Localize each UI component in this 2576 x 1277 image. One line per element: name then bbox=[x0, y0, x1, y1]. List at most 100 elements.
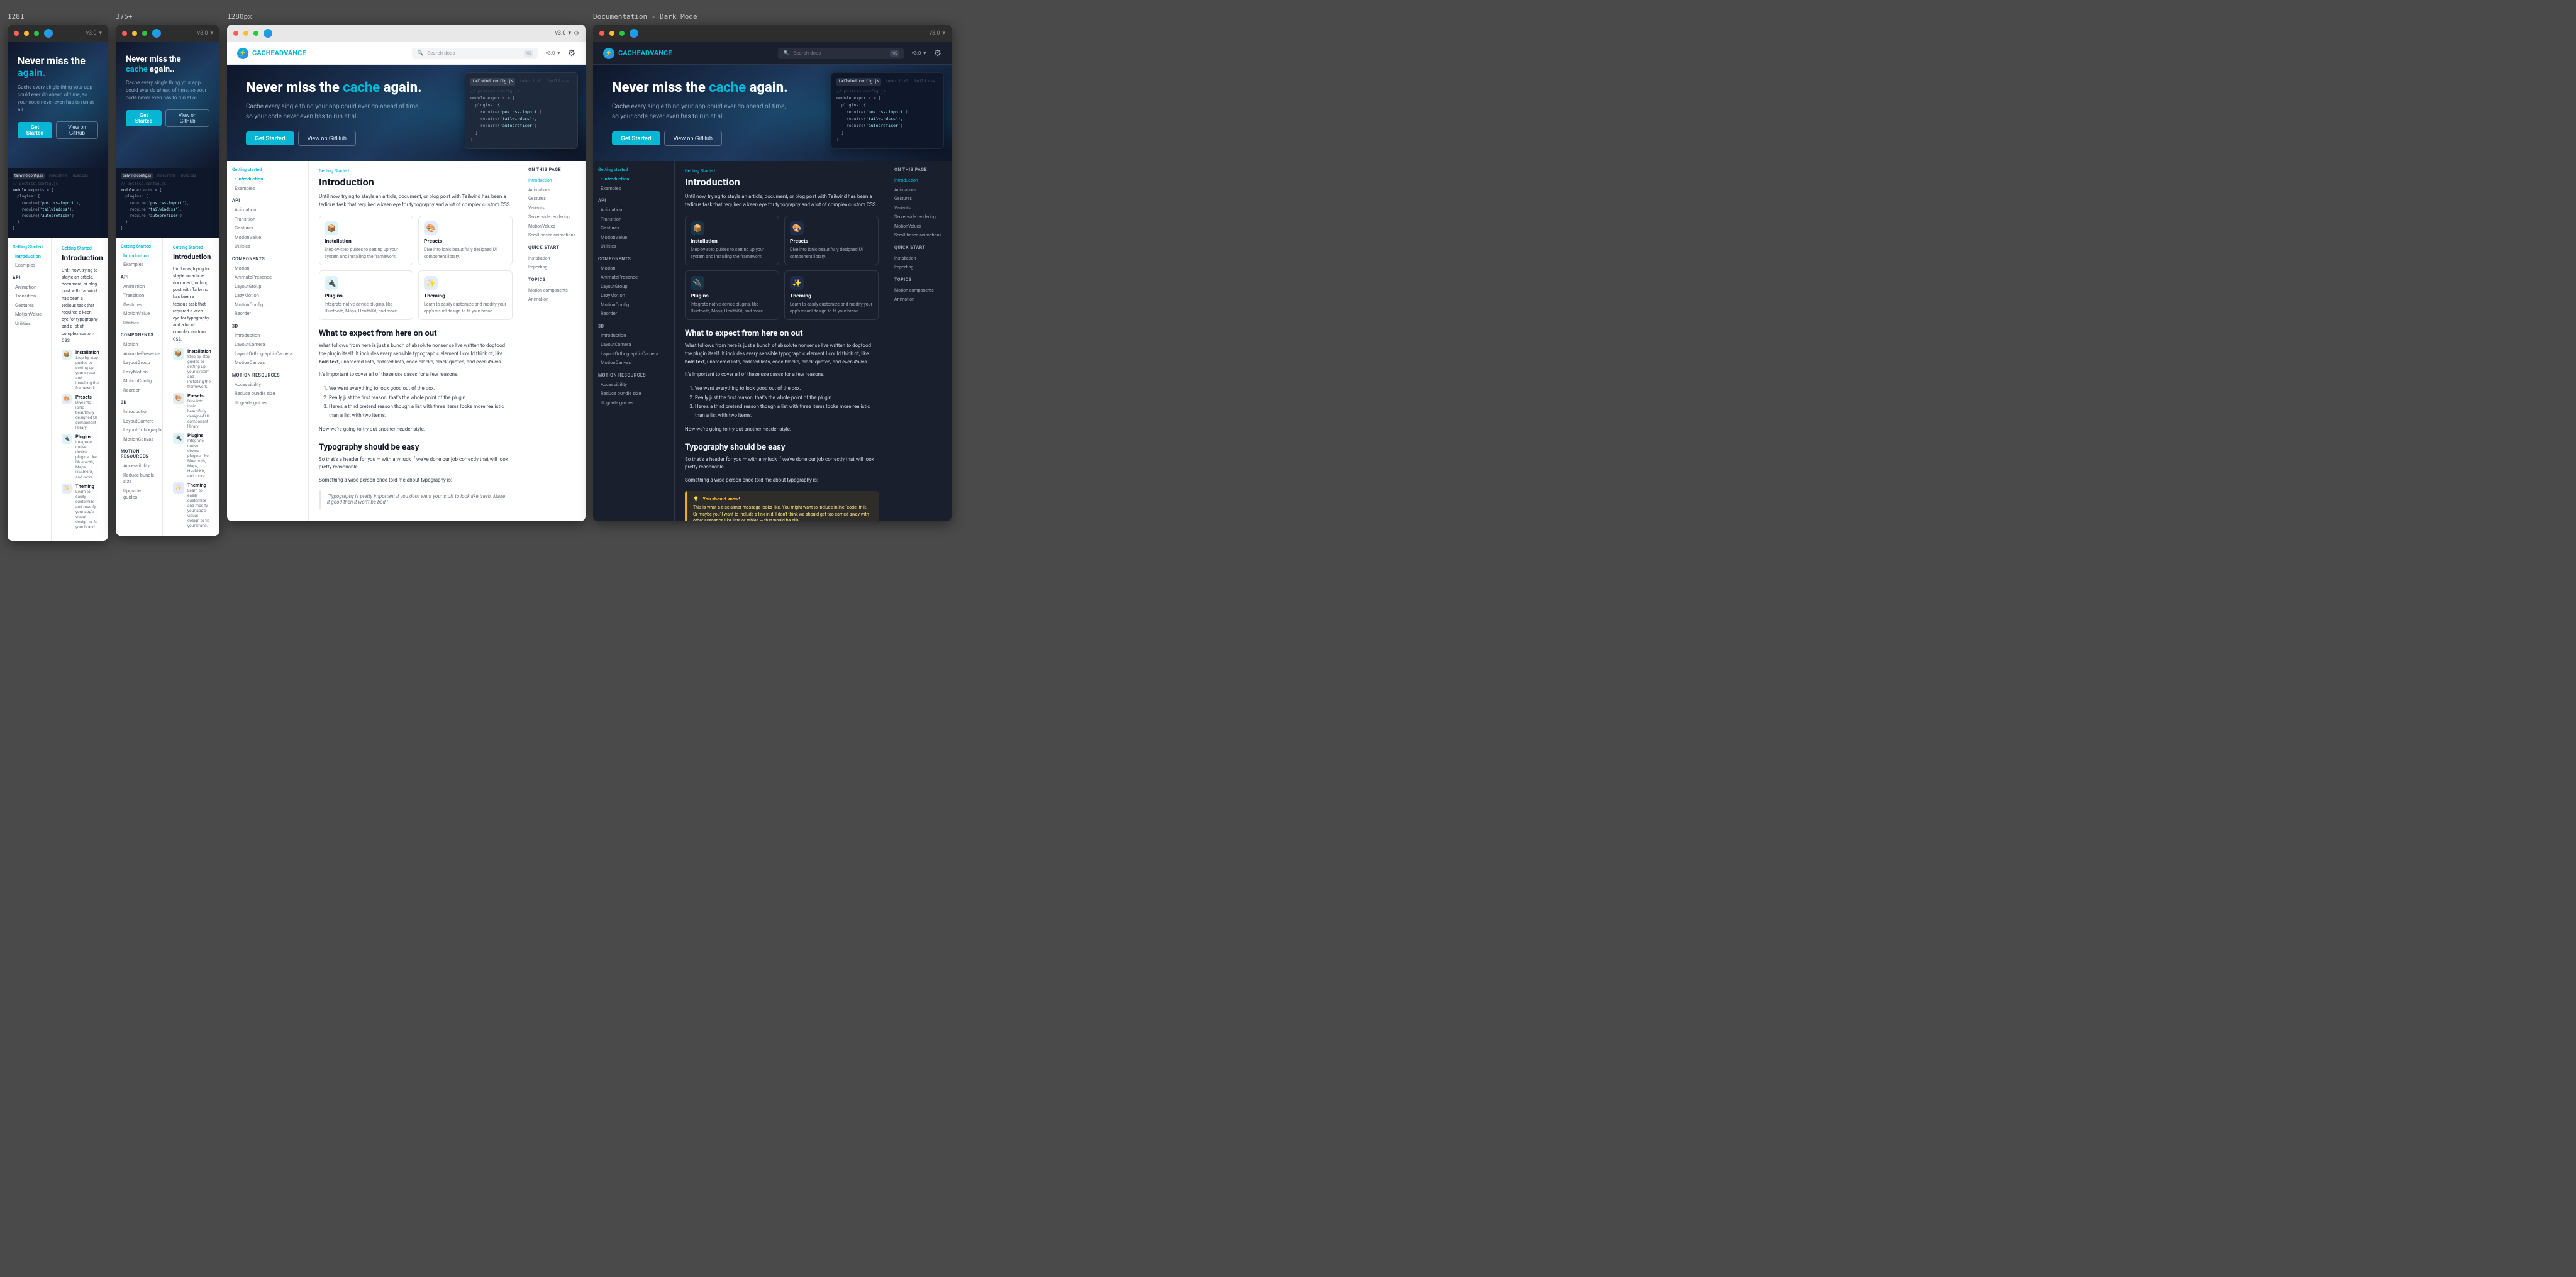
toc-animations-3[interactable]: Animations bbox=[528, 185, 580, 195]
code-tab-build[interactable]: build.css bbox=[71, 173, 90, 179]
toc-variants-4[interactable]: Variants bbox=[894, 204, 947, 213]
sidebar-layoutortho-4[interactable]: LayoutOrthographicCamera bbox=[598, 350, 669, 359]
code-tab-index-2[interactable]: index.html bbox=[155, 173, 177, 179]
get-started-button-4[interactable]: Get Started bbox=[612, 131, 660, 145]
sidebar-upgrade-2[interactable]: Upgrade guides bbox=[121, 487, 157, 502]
maximize-dot[interactable] bbox=[34, 31, 39, 36]
toc-scroll-4[interactable]: Scroll-based animations bbox=[894, 231, 947, 240]
minimize-dot[interactable] bbox=[24, 31, 29, 36]
view-github-button-2[interactable]: View on GitHub bbox=[165, 109, 209, 127]
code-tab-build-4[interactable]: build.css bbox=[913, 78, 937, 86]
code-tab-config-3[interactable]: tailwind.config.js bbox=[470, 78, 515, 86]
toc-gestures-4[interactable]: Gestures bbox=[894, 194, 947, 204]
sidebar-motionvalue-3[interactable]: MotionValue bbox=[232, 233, 303, 243]
sidebar-transition-1[interactable]: Transition bbox=[13, 292, 46, 301]
maximize-dot-4[interactable] bbox=[619, 31, 625, 36]
sidebar-layoutortho-3[interactable]: LayoutOrthographicCamera bbox=[232, 350, 303, 359]
sidebar-layoutortho-2[interactable]: LayoutOrthographicCamera bbox=[121, 426, 157, 435]
sidebar-motionvalue-4[interactable]: MotionValue bbox=[598, 233, 669, 243]
code-tab-index-4[interactable]: index.html bbox=[884, 78, 910, 86]
sidebar-reduce-4[interactable]: Reduce bundle size bbox=[598, 389, 669, 399]
sidebar-examples-2[interactable]: Examples bbox=[121, 260, 157, 270]
toc-introduction-4[interactable]: Introduction bbox=[894, 176, 947, 185]
code-tab-config[interactable]: tailwind.config.js bbox=[13, 173, 45, 179]
toc-animation-topic-3[interactable]: Animation bbox=[528, 295, 580, 304]
sidebar-accessibility-3[interactable]: Accessibility bbox=[232, 380, 303, 390]
toc-importing-4[interactable]: Importing bbox=[894, 263, 947, 272]
github-icon-3[interactable]: ⚙ bbox=[567, 48, 575, 58]
sidebar-introduction-1[interactable]: Introduction bbox=[13, 252, 46, 262]
minimize-dot-3[interactable] bbox=[243, 31, 248, 36]
view-github-button-4[interactable]: View on GitHub bbox=[664, 131, 722, 146]
sidebar-motioncanvas-4[interactable]: MotionCanvas bbox=[598, 358, 669, 368]
sidebar-upgrade-4[interactable]: Upgrade guides bbox=[598, 399, 669, 408]
toc-ssr-4[interactable]: Server-side rendering bbox=[894, 213, 947, 222]
sidebar-layoutcamera-2[interactable]: LayoutCamera bbox=[121, 417, 157, 426]
sidebar-motion-3[interactable]: Motion bbox=[232, 264, 303, 274]
sidebar-transition-4[interactable]: Transition bbox=[598, 215, 669, 224]
sidebar-animation-3[interactable]: Animation bbox=[232, 206, 303, 215]
toc-motion-components-4[interactable]: Motion components bbox=[894, 286, 947, 296]
sidebar-examples-1[interactable]: Examples bbox=[13, 261, 46, 270]
sidebar-motionconfig-2[interactable]: MotionConfig bbox=[121, 377, 157, 386]
get-started-button-3[interactable]: Get Started bbox=[246, 131, 294, 145]
sidebar-utilities-2[interactable]: Utilities bbox=[121, 319, 157, 328]
sidebar-animation-1[interactable]: Animation bbox=[13, 283, 46, 292]
sidebar-reorder-3[interactable]: Reorder bbox=[232, 309, 303, 319]
minimize-dot-4[interactable] bbox=[609, 31, 614, 36]
sidebar-motionconfig-3[interactable]: MotionConfig bbox=[232, 301, 303, 310]
minimize-dot-2[interactable] bbox=[132, 31, 137, 36]
sidebar-gestures-2[interactable]: Gestures bbox=[121, 301, 157, 310]
view-github-button-3[interactable]: View on GitHub bbox=[298, 131, 356, 146]
sidebar-introduction-2[interactable]: Introduction bbox=[121, 252, 157, 261]
sidebar-upgrade-3[interactable]: Upgrade guides bbox=[232, 399, 303, 408]
code-tab-index-3[interactable]: index.html bbox=[518, 78, 544, 86]
sidebar-motioncanvas-2[interactable]: MotionCanvas bbox=[121, 435, 157, 445]
sidebar-layoutgroup-4[interactable]: LayoutGroup bbox=[598, 282, 669, 292]
toc-installation-3[interactable]: Installation bbox=[528, 254, 580, 263]
sidebar-utilities-4[interactable]: Utilities bbox=[598, 242, 669, 252]
view-github-button-1[interactable]: View on GitHub bbox=[56, 121, 98, 139]
sidebar-animatepresence-3[interactable]: AnimatePresence bbox=[232, 273, 303, 282]
toc-motionvalues-4[interactable]: MotionValues bbox=[894, 222, 947, 231]
sidebar-examples-3[interactable]: Examples bbox=[232, 184, 303, 194]
close-dot-2[interactable] bbox=[122, 31, 127, 36]
toc-importing-3[interactable]: Importing bbox=[528, 263, 580, 272]
github-icon-4[interactable]: ⚙ bbox=[933, 48, 941, 58]
sidebar-3d-intro-4[interactable]: Introduction bbox=[598, 331, 669, 341]
sidebar-animation-2[interactable]: Animation bbox=[121, 282, 157, 292]
sidebar-motion-4[interactable]: Motion bbox=[598, 264, 669, 274]
sidebar-animatepresence-2[interactable]: AnimatePresence bbox=[121, 350, 157, 359]
sidebar-animatepresence-4[interactable]: AnimatePresence bbox=[598, 273, 669, 282]
sidebar-motionvalue-1[interactable]: MotionValue bbox=[13, 310, 46, 319]
toc-scroll-3[interactable]: Scroll-based animations bbox=[528, 231, 580, 240]
code-tab-config-2[interactable]: tailwind.config.js bbox=[121, 173, 153, 179]
sidebar-gestures-3[interactable]: Gestures bbox=[232, 224, 303, 233]
sidebar-3d-intro-2[interactable]: Introduction bbox=[121, 407, 157, 417]
sidebar-motioncanvas-3[interactable]: MotionCanvas bbox=[232, 358, 303, 368]
sidebar-gestures-1[interactable]: Gestures bbox=[13, 301, 46, 311]
get-started-button-2[interactable]: Get Started bbox=[126, 110, 162, 126]
sidebar-utilities-3[interactable]: Utilities bbox=[232, 242, 303, 252]
code-tab-build-3[interactable]: build.css bbox=[547, 78, 571, 86]
toc-animation-topic-4[interactable]: Animation bbox=[894, 295, 947, 304]
code-tab-build-2[interactable]: build.css bbox=[179, 173, 198, 179]
sidebar-layoutcamera-3[interactable]: LayoutCamera bbox=[232, 340, 303, 350]
toc-ssr-3[interactable]: Server-side rendering bbox=[528, 213, 580, 222]
toc-motion-components-3[interactable]: Motion components bbox=[528, 286, 580, 296]
sidebar-transition-2[interactable]: Transition bbox=[121, 291, 157, 301]
sidebar-transition-3[interactable]: Transition bbox=[232, 215, 303, 224]
maximize-dot-3[interactable] bbox=[253, 31, 258, 36]
get-started-button-1[interactable]: Get Started bbox=[18, 122, 52, 138]
sidebar-3d-intro-3[interactable]: Introduction bbox=[232, 331, 303, 341]
sidebar-intro-4[interactable]: • Introduction bbox=[598, 175, 669, 184]
sidebar-animation-4[interactable]: Animation bbox=[598, 206, 669, 215]
toc-motionvalues-3[interactable]: MotionValues bbox=[528, 222, 580, 231]
sidebar-reduce-3[interactable]: Reduce bundle size bbox=[232, 389, 303, 399]
sidebar-motionvalue-2[interactable]: MotionValue bbox=[121, 309, 157, 319]
sidebar-reorder-2[interactable]: Reorder bbox=[121, 386, 157, 395]
sidebar-accessibility-4[interactable]: Accessibility bbox=[598, 380, 669, 390]
toc-installation-4[interactable]: Installation bbox=[894, 254, 947, 263]
toc-variants-3[interactable]: Variants bbox=[528, 204, 580, 213]
sidebar-utilities-1[interactable]: Utilities bbox=[13, 319, 46, 329]
